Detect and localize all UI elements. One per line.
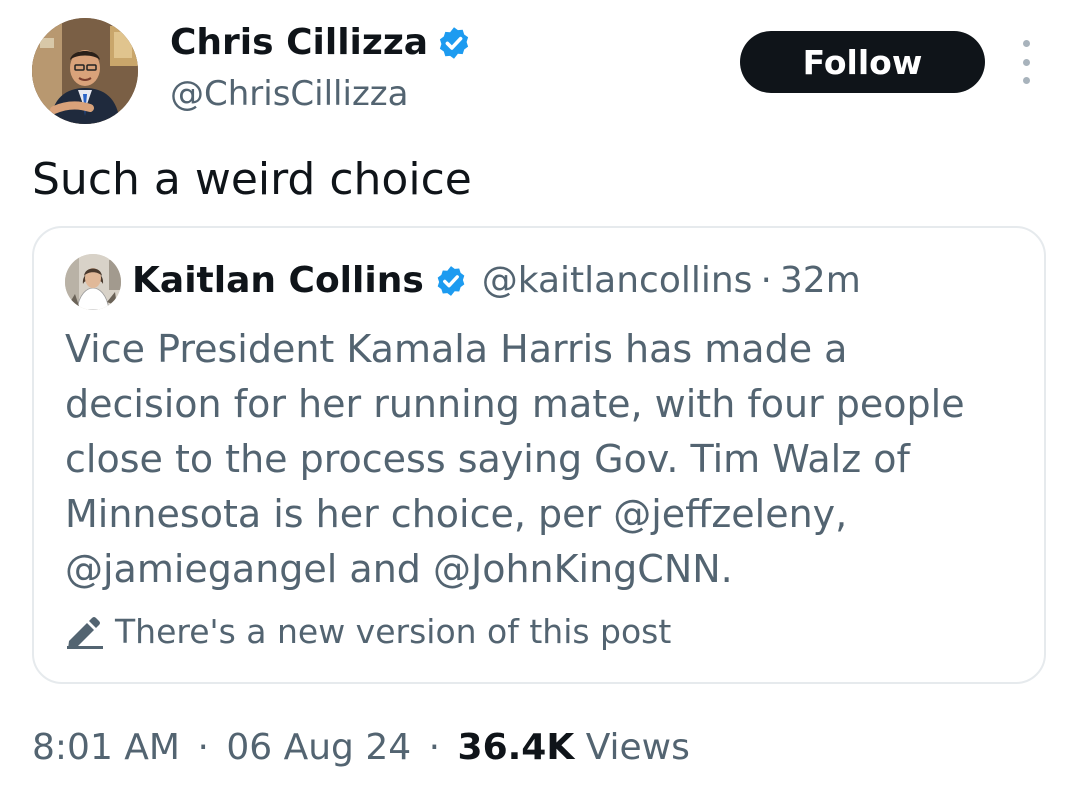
quoted-text-line: decision for her running mate, with four…: [65, 382, 965, 426]
author-avatar[interactable]: [32, 18, 138, 124]
verified-badge-icon: [437, 266, 465, 296]
tweet-text: Such a weird choice: [32, 154, 472, 205]
quoted-text-line: close to the process saying Gov. Tim Wal…: [65, 437, 910, 481]
edit-notice[interactable]: There's a new version of this post: [65, 610, 671, 654]
more-dot: [1022, 58, 1030, 66]
more-dot: [1022, 40, 1030, 47]
quoted-separator: ·: [760, 260, 772, 301]
more-options-icon[interactable]: [1012, 40, 1040, 84]
author-name[interactable]: Chris Cillizza: [170, 20, 428, 66]
views-count: 36.4K: [457, 727, 575, 768]
quoted-tweet-card[interactable]: Kaitlan Collins @kaitlancollins · 32m Vi…: [32, 226, 1046, 684]
quoted-text-line: @jamiegangel and @JohnKingCNN.: [65, 547, 733, 591]
quoted-author-handle[interactable]: @kaitlancollins: [482, 258, 753, 304]
quoted-text-line: Vice President Kamala Harris has made a: [65, 327, 848, 371]
author-handle[interactable]: @ChrisCillizza: [170, 72, 408, 116]
quoted-timestamp[interactable]: 32m: [780, 258, 861, 304]
tweet-meta: 8:01 AM · 06 Aug 24 · 36.4K Views: [32, 724, 690, 772]
follow-button[interactable]: Follow: [740, 31, 985, 93]
post-time[interactable]: 8:01 AM: [32, 727, 180, 768]
quoted-text-line: Minnesota is her choice, per @jeffzeleny…: [65, 492, 848, 536]
quoted-author-avatar-image: [65, 254, 121, 310]
quoted-tweet-text: Vice President Kamala Harris has made a …: [65, 322, 1025, 597]
edit-pencil-icon: [67, 617, 103, 649]
verified-badge-icon: [439, 27, 469, 59]
author-name-row[interactable]: Chris Cillizza: [170, 20, 472, 66]
post-date[interactable]: 06 Aug 24: [226, 727, 411, 768]
edit-notice-label: There's a new version of this post: [115, 612, 672, 651]
quoted-author-avatar[interactable]: [65, 254, 121, 310]
meta-separator: ·: [428, 727, 441, 768]
views-label: Views: [585, 727, 690, 768]
quoted-header: Kaitlan Collins @kaitlancollins · 32m: [132, 258, 861, 304]
meta-separator: ·: [197, 727, 209, 768]
author-avatar-image: [32, 18, 138, 124]
more-dot: [1022, 77, 1030, 84]
quoted-author-name[interactable]: Kaitlan Collins: [132, 258, 424, 304]
